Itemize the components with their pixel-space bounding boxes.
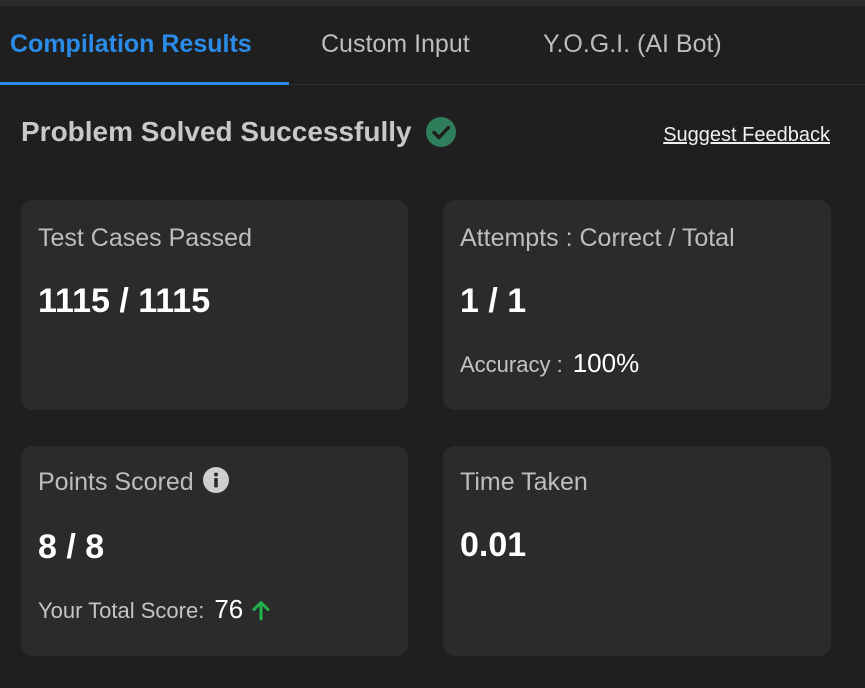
test-cases-value: 1115 / 1115 [38,282,211,320]
time-value: 0.01 [460,526,527,564]
points-label: Points Scored [38,468,194,496]
arrow-up-icon [251,599,271,621]
status-row: Problem Solved Successfully [21,110,457,154]
tab-custom-input[interactable]: Custom Input [321,6,470,82]
accuracy-row: Accuracy : 100% [460,348,639,379]
attempts-label: Attempts : Correct / Total [460,224,735,252]
time-label: Time Taken [460,468,588,496]
check-circle-icon [425,116,457,148]
points-label-row: Points Scored [38,466,230,497]
accuracy-value: 100% [572,348,640,378]
tab-yogi-ai-bot[interactable]: Y.O.G.I. (AI Bot) [543,6,722,82]
time-card: Time Taken 0.01 [443,446,831,656]
total-score-row: Your Total Score: 76 [38,594,271,625]
points-value: 8 / 8 [38,528,105,566]
results-tabs: Compilation Results Custom Input Y.O.G.I… [0,6,865,85]
total-score-value: 76 [214,594,244,624]
points-card: Points Scored 8 / 8 Your Total Score: 76 [21,446,408,656]
test-cases-card: Test Cases Passed 1115 / 1115 [21,200,408,410]
active-tab-indicator [0,82,289,85]
attempts-value: 1 / 1 [460,282,527,320]
suggest-feedback-link[interactable]: Suggest Feedback [663,124,830,147]
total-score-label: Your Total Score: [38,598,205,623]
test-cases-label: Test Cases Passed [38,224,252,252]
tab-compilation-results[interactable]: Compilation Results [10,6,252,82]
attempts-card: Attempts : Correct / Total 1 / 1 Accurac… [443,200,831,410]
accuracy-label: Accuracy : [460,352,563,377]
status-title: Problem Solved Successfully [21,116,412,147]
info-icon[interactable] [202,466,230,494]
